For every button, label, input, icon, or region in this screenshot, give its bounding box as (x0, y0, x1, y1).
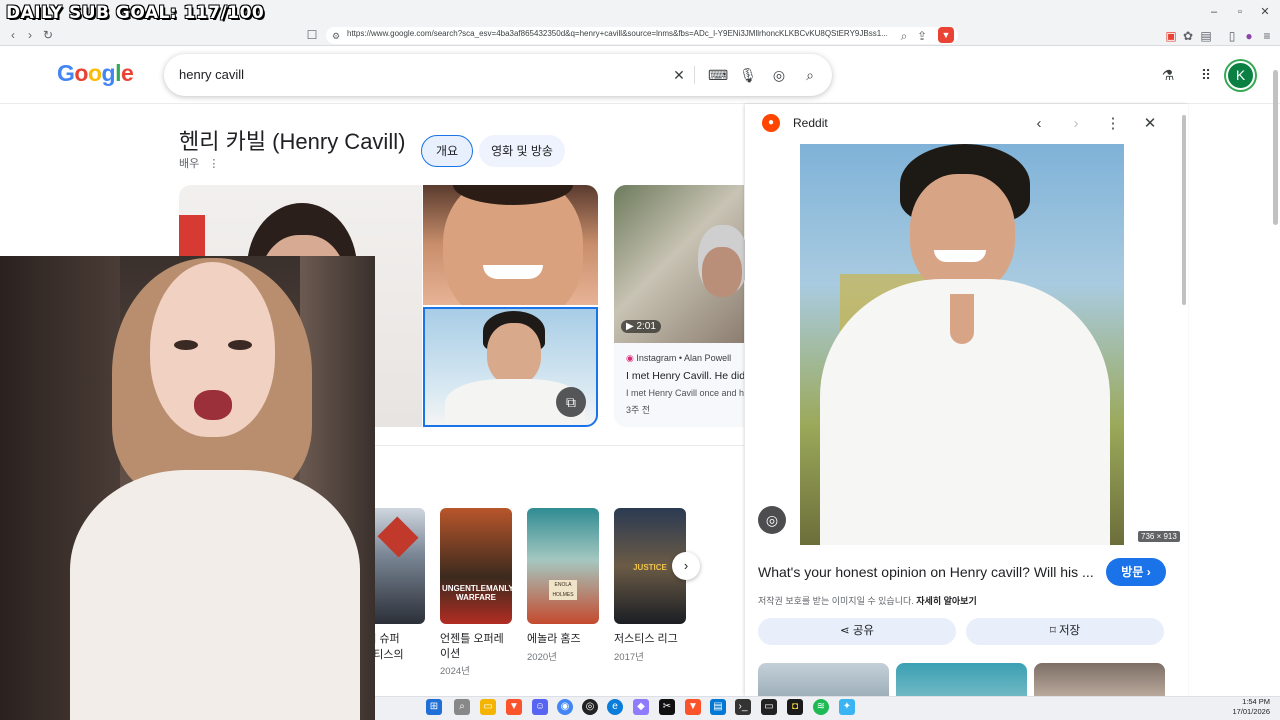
panel-scrollbar[interactable] (1182, 115, 1186, 305)
movie-year: 2024년 (440, 666, 470, 677)
puzzle-icon[interactable]: ✿ (1180, 28, 1196, 44)
webcam-person-face (150, 262, 275, 437)
reddit-icon: ● (762, 114, 780, 132)
search-input[interactable]: henry cavill (179, 67, 244, 82)
terminal-icon[interactable]: ›_ (735, 699, 751, 715)
back-icon[interactable]: ‹ (5, 27, 21, 43)
shield-icon[interactable]: ▼ (938, 27, 954, 43)
more-options-icon[interactable]: ⋮ (202, 158, 219, 170)
chrome-icon[interactable]: ◉ (557, 699, 573, 715)
forward-icon[interactable]: › (22, 27, 38, 43)
brave-icon[interactable]: ▼ (506, 699, 522, 715)
sidebar-toggle-icon[interactable]: ▯ (1224, 28, 1240, 44)
brave-alt-icon[interactable]: ▼ (685, 699, 701, 715)
spotify-icon[interactable]: ≋ (813, 699, 829, 715)
minimize-icon[interactable]: – (1204, 4, 1224, 20)
capcut-icon[interactable]: ✂ (659, 699, 675, 715)
search-taskbar-icon[interactable]: ⌕ (454, 699, 470, 715)
system-clock[interactable]: 1:54 PM 17/01/2026 (1222, 697, 1270, 717)
lens-icon[interactable]: ◎ (770, 66, 788, 84)
entity-image-2[interactable] (423, 185, 598, 305)
edge-icon[interactable]: e (607, 699, 623, 715)
obs-icon[interactable]: ◎ (582, 699, 598, 715)
movie-poster[interactable]: UNGENTLEMANLY WARFARE (440, 508, 512, 624)
movie-title[interactable]: 저스티스 리그 (614, 630, 678, 646)
search-divider (694, 66, 695, 84)
search-box[interactable] (164, 54, 832, 96)
video-age: 3주 전 (626, 405, 651, 415)
zoom-icon[interactable]: ⌕ (896, 28, 912, 44)
vpn-icon[interactable]: ● (1241, 28, 1257, 44)
carousel-next-icon[interactable]: › (672, 552, 700, 580)
share-icon: ⋖ (839, 625, 850, 637)
webcam-person-dress (70, 470, 360, 720)
url-text[interactable]: https://www.google.com/search?sca_esv=4b… (347, 29, 887, 38)
movie-poster[interactable]: ENOLA HOLMES (527, 508, 599, 624)
prev-image-icon[interactable]: ‹ (1029, 114, 1049, 134)
movie-title-line2[interactable]: 이션 (440, 645, 460, 661)
copyright-notice: 저작권 보호를 받는 이미지일 수 있습니다. 자세히 알아보기 (758, 596, 977, 606)
folder-icon[interactable]: ▭ (480, 699, 496, 715)
learn-more-link[interactable]: 자세히 알아보기 (916, 596, 976, 606)
related-image-thumb[interactable] (758, 663, 889, 696)
related-image-thumb[interactable] (896, 663, 1027, 696)
bookmark-icon[interactable]: ☐ (304, 27, 320, 43)
save-button[interactable]: ⌑ 저장 (966, 618, 1164, 645)
notepad-icon[interactable]: ▤ (710, 699, 726, 715)
app-icon[interactable]: ◆ (633, 699, 649, 715)
keyboard-icon[interactable]: ⌨ (708, 66, 728, 84)
visit-button[interactable]: 방문 › (1106, 558, 1166, 586)
extension-icon[interactable]: ▣ (1163, 28, 1179, 44)
instagram-icon: ◉ (626, 353, 634, 363)
discord-icon[interactable]: ☺ (532, 699, 548, 715)
start-icon[interactable]: ⊞ (426, 699, 442, 715)
google-logo[interactable]: Google (57, 60, 134, 87)
video-snippet: I met Henry Cavill once and h (626, 388, 744, 398)
more-options-icon[interactable]: ⋮ (1103, 114, 1123, 134)
microphone-icon[interactable]: 🎙 (739, 66, 757, 84)
movie-title[interactable]: 언젠틀 오퍼레 (440, 630, 504, 646)
search-icon[interactable]: ⌕ (801, 66, 819, 84)
video-duration: ▶ 2:01 (621, 320, 661, 333)
video-title[interactable]: I met Henry Cavill. He did (626, 370, 744, 382)
next-image-icon[interactable]: › (1066, 114, 1086, 134)
entity-title: 헨리 카빌 (Henry Cavill) (179, 129, 406, 154)
network-app-icon[interactable]: ✦ (839, 699, 855, 715)
related-image-thumb[interactable] (1034, 663, 1165, 696)
close-window-icon[interactable]: ✕ (1255, 4, 1275, 20)
app-yellow-icon[interactable]: ◘ (787, 699, 803, 715)
maximize-icon[interactable]: ▫ (1230, 4, 1250, 20)
sub-goal-overlay: DAILY SUB GOAL: 117/100 (6, 3, 265, 23)
site-info-icon[interactable]: ⚙ (328, 28, 344, 44)
clear-icon[interactable]: ✕ (670, 66, 688, 84)
movie-title[interactable]: 에놀라 홈즈 (527, 630, 581, 646)
close-panel-icon[interactable]: ✕ (1140, 114, 1160, 134)
lens-search-icon[interactable]: ◎ (758, 506, 786, 534)
page-scrollbar[interactable] (1273, 70, 1278, 225)
image-search-icon[interactable]: ⧉ (556, 387, 586, 417)
share-page-icon[interactable]: ⇪ (914, 28, 930, 44)
image-size-badge: 736 × 913 (1138, 531, 1180, 542)
bookmark-icon: ⌑ (1049, 625, 1056, 637)
menu-icon[interactable]: ≡ (1259, 28, 1275, 44)
movie-year: 2017년 (614, 652, 644, 663)
tab-movies-tv[interactable]: 영화 및 방송 (479, 135, 565, 167)
labs-icon[interactable]: ⚗ (1159, 66, 1177, 84)
share-button[interactable]: ⋖ 공유 (758, 618, 956, 645)
movie-year: 2020년 (527, 652, 557, 663)
video-source: ◉ Instagram • Alan Powell (626, 353, 732, 363)
reload-icon[interactable]: ↻ (40, 27, 56, 43)
avatar[interactable]: K (1226, 61, 1255, 90)
preview-image[interactable] (800, 144, 1124, 545)
preview-title[interactable]: What's your honest opinion on Henry cavi… (758, 564, 1098, 580)
console-icon[interactable]: ▭ (761, 699, 777, 715)
apps-grid-icon[interactable]: ⠿ (1197, 66, 1215, 84)
wallet-icon[interactable]: ▤ (1198, 28, 1214, 44)
tab-overview[interactable]: 개요 (421, 135, 473, 167)
preview-source[interactable]: Reddit (793, 116, 828, 130)
entity-subtitle: 배우 ⋮ (179, 158, 220, 170)
